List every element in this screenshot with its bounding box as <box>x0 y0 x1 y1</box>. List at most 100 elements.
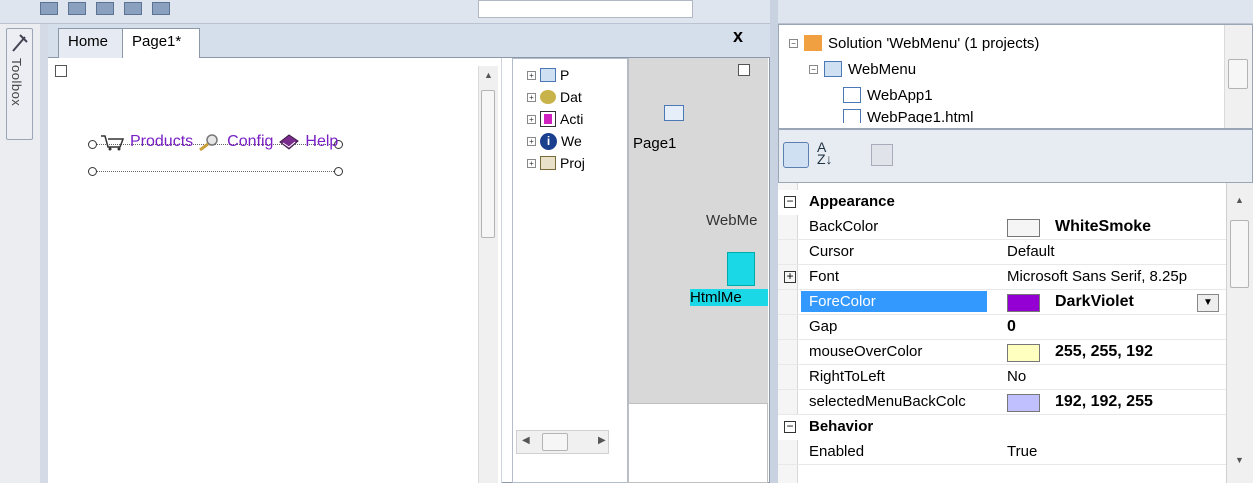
property-value[interactable]: Microsoft Sans Serif, 8.25p <box>1007 268 1187 285</box>
toolbar-icon[interactable] <box>68 2 86 15</box>
property-value[interactable]: 0 <box>1007 318 1016 336</box>
tree-item[interactable]: + Acti <box>527 108 583 130</box>
html-file-icon <box>843 109 861 123</box>
project-icon <box>540 156 556 170</box>
component-handle-icon[interactable] <box>55 65 67 77</box>
property-name: ForeColor <box>801 291 987 312</box>
categorized-icon[interactable] <box>783 142 809 168</box>
properties-toolbar: A Z↓ <box>778 129 1253 183</box>
htmlmenu-icon[interactable] <box>727 252 755 286</box>
toolbar-icon[interactable] <box>96 2 114 15</box>
property-value[interactable]: No <box>1007 368 1026 385</box>
component-handle-icon[interactable] <box>738 64 750 76</box>
property-row-font[interactable]: + Font Microsoft Sans Serif, 8.25p <box>778 265 1226 290</box>
dropdown-arrow-icon[interactable]: ▼ <box>1197 294 1219 312</box>
property-row-righttoleft[interactable]: RightToLeft No <box>778 365 1226 390</box>
property-value[interactable]: Default <box>1007 243 1055 260</box>
property-row-forecolor[interactable]: ForeColor DarkViolet ▼ <box>778 290 1226 315</box>
category-label: Appearance <box>809 193 895 210</box>
resize-handle[interactable] <box>88 167 97 176</box>
resize-handle[interactable] <box>334 167 343 176</box>
scroll-down-icon[interactable]: ▼ <box>1235 455 1244 465</box>
scroll-up-icon[interactable]: ▲ <box>484 70 493 80</box>
design-surface[interactable] <box>48 58 502 483</box>
menu-item-config[interactable]: Config <box>227 133 273 151</box>
category-label: Behavior <box>809 418 874 435</box>
solution-scroll-thumb[interactable] <box>1228 59 1248 89</box>
property-name: Cursor <box>809 243 855 260</box>
collapse-icon[interactable]: − <box>784 195 796 208</box>
toolbox-label: Toolbox <box>9 58 24 107</box>
property-value[interactable]: 192, 192, 255 <box>1055 393 1153 411</box>
property-value[interactable]: True <box>1007 443 1037 460</box>
property-pages-icon[interactable] <box>871 144 893 166</box>
property-name: mouseOverColor <box>809 343 923 360</box>
diagram-panel <box>628 58 768 403</box>
property-name: Gap <box>809 318 838 335</box>
solution-explorer: − Solution 'WebMenu' (1 projects) − WebMen… <box>778 24 1253 129</box>
color-swatch <box>1007 394 1040 412</box>
collapse-icon[interactable]: − <box>784 420 796 433</box>
solution-node[interactable]: − Solution 'WebMenu' (1 projects) <box>789 31 1039 55</box>
diagram-webmenu-label: WebMe <box>706 212 758 229</box>
tree-hscroll-thumb[interactable] <box>542 433 568 451</box>
property-name: selectedMenuBackColc <box>809 393 966 410</box>
file-node[interactable]: WebPage1.html <box>843 109 973 123</box>
property-value[interactable]: WhiteSmoke <box>1055 218 1151 236</box>
property-value[interactable]: DarkViolet <box>1055 293 1134 311</box>
project-node[interactable]: − WebMenu <box>809 57 916 81</box>
diagram-lower-pane <box>628 403 768 483</box>
info-icon: i <box>540 132 557 150</box>
menu-item-help[interactable]: Help <box>305 133 338 151</box>
properties-scroll-thumb[interactable] <box>1230 220 1249 288</box>
property-name: BackColor <box>809 218 879 235</box>
book-icon <box>279 134 300 150</box>
scroll-thumb[interactable] <box>481 90 495 238</box>
action-icon <box>540 111 556 127</box>
file-node[interactable]: WebApp1 <box>843 83 933 107</box>
data-icon <box>540 90 556 104</box>
toolbar-combo[interactable] <box>478 0 693 18</box>
property-row-selectedmenubackcolc[interactable]: selectedMenuBackColc 192, 192, 255 <box>778 390 1226 415</box>
toolbox-icon <box>12 34 28 52</box>
project-icon <box>824 61 842 77</box>
webapp-icon <box>843 87 861 103</box>
alphabetical-icon[interactable]: A Z↓ <box>817 140 833 166</box>
tree-item[interactable]: + Proj <box>527 152 585 174</box>
property-category-appearance[interactable]: − Appearance <box>778 190 1226 215</box>
scroll-left-icon[interactable]: ◀ <box>522 435 530 446</box>
menu-item-products[interactable]: Products <box>130 133 193 151</box>
property-name: Enabled <box>809 443 865 460</box>
property-row-gap[interactable]: Gap 0 <box>778 315 1226 340</box>
solution-icon <box>804 35 822 51</box>
toolbar-icon[interactable] <box>152 2 170 15</box>
property-row-mouseovercolor[interactable]: mouseOverColor 255, 255, 192 <box>778 340 1226 365</box>
diagram-page-label: Page1 <box>633 135 677 152</box>
tab-page1[interactable]: Page1* <box>122 28 200 60</box>
tree-item[interactable]: + Dat <box>527 86 582 108</box>
color-swatch <box>1007 219 1040 237</box>
toolbar-icon[interactable] <box>124 2 142 15</box>
top-toolbar <box>0 0 1253 24</box>
expand-icon[interactable]: + <box>784 270 796 283</box>
tab-home[interactable]: Home <box>58 28 123 59</box>
tree-item[interactable]: + P <box>527 64 569 86</box>
scroll-right-icon[interactable]: ▶ <box>598 435 606 446</box>
property-name: Font <box>809 268 840 285</box>
cart-icon <box>101 135 125 151</box>
page-icon[interactable] <box>664 105 684 121</box>
property-row-enabled[interactable]: Enabled True <box>778 440 1226 465</box>
property-value[interactable]: 255, 255, 192 <box>1055 343 1153 361</box>
resize-handle[interactable] <box>88 140 97 149</box>
tree-item[interactable]: + i We <box>527 130 582 152</box>
property-row-cursor[interactable]: Cursor Default <box>778 240 1226 265</box>
panel-splitter[interactable] <box>770 0 778 483</box>
close-editor-button[interactable]: x <box>733 26 743 47</box>
diagram-htmlmenu-label[interactable]: HtmlMe <box>690 289 768 306</box>
magnifier-icon <box>199 134 218 151</box>
toolbar-icon[interactable] <box>40 2 58 15</box>
color-swatch <box>1007 344 1040 362</box>
property-category-behavior[interactable]: − Behavior <box>778 415 1226 440</box>
property-row-backcolor[interactable]: BackColor WhiteSmoke <box>778 215 1226 240</box>
scroll-up-icon[interactable]: ▲ <box>1235 195 1244 205</box>
